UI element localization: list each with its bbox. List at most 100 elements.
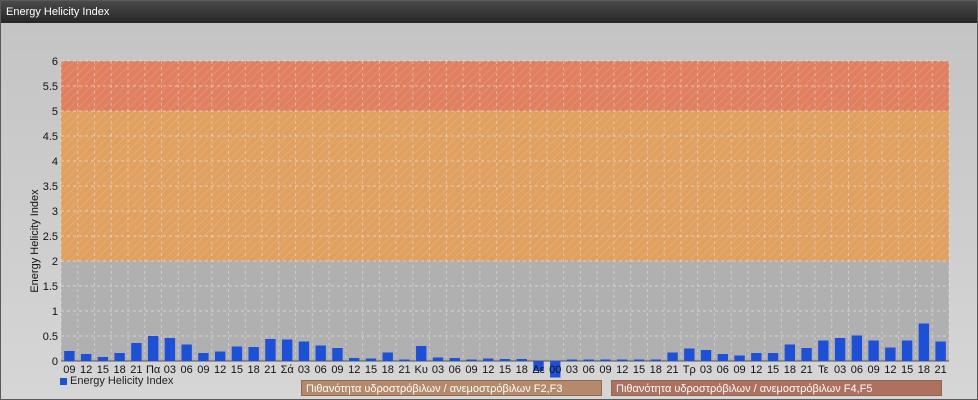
bar[interactable] [181, 344, 192, 362]
bar[interactable] [566, 359, 578, 362]
bar[interactable] [684, 348, 695, 362]
bar[interactable] [114, 353, 125, 361]
bar[interactable] [198, 353, 209, 361]
y-tick-label: 4.5 [43, 131, 58, 143]
x-tick-label: 15 [365, 364, 377, 376]
y-tick-label: 0.5 [43, 331, 58, 343]
y-axis-label: Energy Helicity Index [29, 189, 41, 293]
bar[interactable] [281, 339, 293, 362]
x-tick-label: 09 [733, 364, 745, 376]
bar[interactable] [382, 352, 393, 362]
bar[interactable] [633, 359, 645, 362]
x-tick-label: 18 [382, 364, 394, 376]
y-tick-label: 6 [52, 56, 58, 68]
x-tick-label: 06 [851, 364, 863, 376]
y-tick-label: 1 [52, 306, 58, 318]
bar[interactable] [214, 351, 226, 362]
y-tick-label: 4 [52, 156, 58, 168]
x-tick-label: 18 [784, 364, 796, 376]
bar[interactable] [851, 335, 863, 362]
x-tick-label: 06 [583, 364, 595, 376]
band-label-f2f3: Πιθανότητα υδροστρόβιλων / ανεμοστρόβιλω… [301, 380, 602, 396]
x-tick-label: 21 [800, 364, 812, 376]
band-label-f4f5: Πιθανότητα υδροστρόβιλων / ανεμοστρόβιλω… [611, 380, 942, 396]
bar[interactable] [717, 354, 729, 361]
bar[interactable] [349, 358, 360, 361]
x-tick-label: 15 [499, 364, 511, 376]
x-tick-label: Κυ [415, 364, 428, 376]
bar[interactable] [650, 359, 661, 362]
x-axis-ticks: 09 12 15 18 21 Πα 03 06 09 12 15 18 21 Σά 03 06 09 12 15 18… [63, 364, 946, 376]
bar[interactable] [901, 340, 913, 362]
x-tick-label: 09 [465, 364, 477, 376]
bar[interactable] [483, 358, 494, 362]
chart-area: 0 0.5 1 1.5 2 2.5 3 3.5 4 4.5 5 5.5 6 09 12 15 18 21 Πα 03… [1, 23, 977, 399]
bar[interactable] [784, 344, 796, 362]
bar[interactable] [399, 359, 410, 362]
bar[interactable] [767, 353, 779, 361]
bar[interactable] [466, 359, 477, 362]
bar[interactable] [734, 355, 745, 362]
bar[interactable] [248, 347, 259, 361]
bar[interactable] [667, 352, 678, 362]
x-tick-label: 03 [298, 364, 310, 376]
x-tick-label: 21 [666, 364, 678, 376]
bar[interactable] [868, 340, 879, 362]
bar[interactable] [97, 357, 109, 361]
x-tick-label: Δε [532, 364, 544, 376]
x-tick-label: 18 [248, 364, 260, 376]
bar[interactable] [131, 343, 142, 361]
bar[interactable] [416, 346, 427, 361]
bar[interactable] [617, 359, 628, 362]
bar[interactable] [834, 338, 846, 361]
y-tick-label: 5.5 [43, 81, 58, 93]
bar[interactable] [801, 348, 812, 361]
bar[interactable] [600, 359, 611, 362]
bar[interactable] [147, 336, 159, 361]
bar[interactable] [332, 348, 343, 361]
y-tick-label: 2 [52, 256, 58, 268]
x-tick-label: 18 [650, 364, 662, 376]
bar[interactable] [164, 338, 176, 361]
bar[interactable] [516, 359, 527, 361]
x-tick-label: 06 [315, 364, 327, 376]
x-tick-label: 12 [348, 364, 360, 376]
helicity-chart: 00.511.522.533.544.555.56 09 12 15 18 21 Πα 03… [29, 56, 950, 378]
bar[interactable] [449, 358, 460, 361]
x-tick-label: 21 [264, 364, 276, 376]
bar[interactable] [499, 359, 511, 361]
legend: Energy Helicity Index [60, 375, 173, 387]
x-tick-label: 03 [700, 364, 712, 376]
x-tick-label: 09 [867, 364, 879, 376]
bar[interactable] [432, 357, 444, 362]
bar[interactable] [315, 345, 326, 362]
bar[interactable] [818, 340, 829, 362]
bar[interactable] [265, 339, 276, 361]
y-tick-label: 5 [52, 106, 58, 118]
bar[interactable] [298, 341, 310, 362]
x-tick-label: 09 [331, 364, 343, 376]
x-tick-label: 15 [767, 364, 779, 376]
x-tick-label: 15 [633, 364, 645, 376]
y-tick-label: 3.5 [43, 181, 58, 193]
x-tick-label: 09 [197, 364, 209, 376]
bar[interactable] [583, 359, 594, 362]
bar[interactable] [885, 347, 896, 362]
x-tick-label: 18 [516, 364, 528, 376]
x-tick-label: 12 [750, 364, 762, 376]
x-tick-label: 03 [834, 364, 846, 376]
bar[interactable] [935, 341, 946, 362]
bar[interactable] [918, 323, 930, 362]
bar[interactable] [231, 346, 243, 362]
y-tick-label: 2.5 [43, 231, 58, 243]
y-tick-label: 3 [52, 206, 58, 218]
x-tick-label: 15 [231, 364, 243, 376]
bar[interactable] [751, 353, 762, 361]
bar[interactable] [700, 350, 712, 361]
x-tick-label: 06 [449, 364, 461, 376]
bar[interactable] [80, 354, 92, 361]
bar[interactable] [365, 358, 377, 362]
bar[interactable] [64, 351, 75, 361]
x-tick-label: 15 [901, 364, 913, 376]
x-tick-label: 12 [214, 364, 226, 376]
